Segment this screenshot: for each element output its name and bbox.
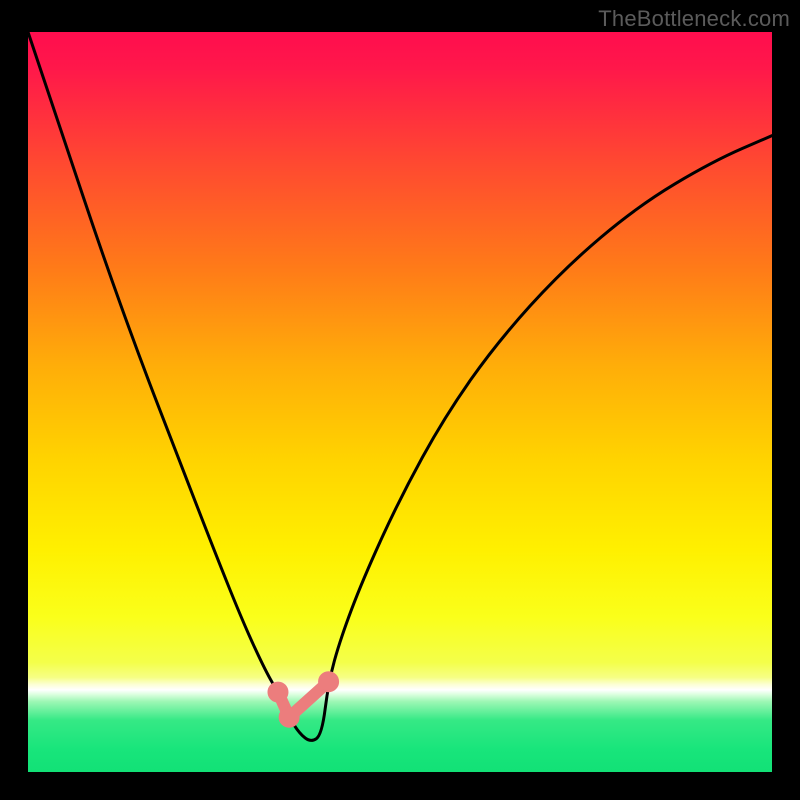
marker-dot — [268, 682, 288, 702]
plot-background — [28, 32, 772, 772]
chart-container: { "watermark": "TheBottleneck.com", "plo… — [0, 0, 800, 800]
marker-dot — [279, 707, 299, 727]
marker-dot — [319, 672, 339, 692]
bottleneck-plot — [0, 0, 800, 800]
